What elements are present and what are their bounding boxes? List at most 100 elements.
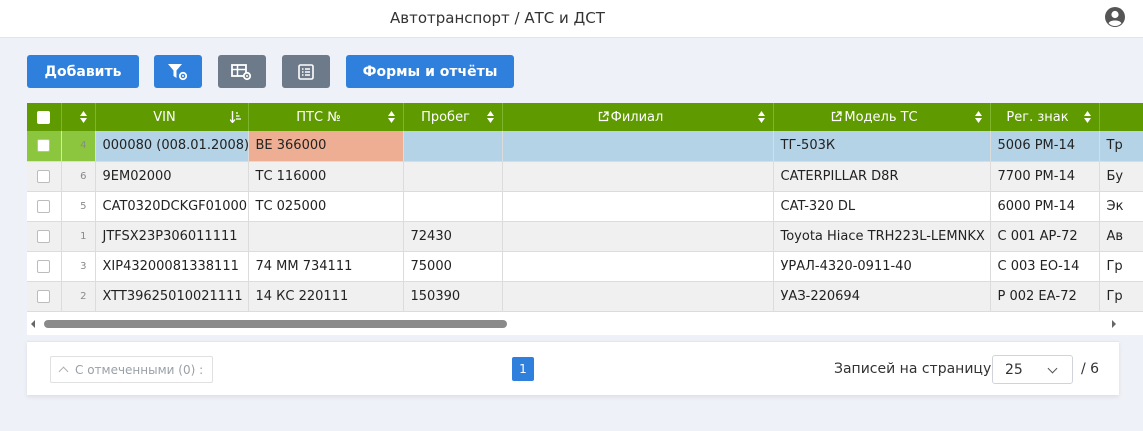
cell-reg[interactable]: 5006 РМ-14 xyxy=(990,131,1100,162)
table-row[interactable]: 2 XTT39625010021111 14 КС 220111 150390 … xyxy=(27,281,1143,312)
cell-vin[interactable]: 000080 (008.01.2008) xyxy=(95,131,249,162)
row-number: 1 xyxy=(61,221,96,252)
cell-extra[interactable]: Эк xyxy=(1099,191,1143,222)
cell-reg[interactable]: 6000 РМ-14 xyxy=(990,191,1100,222)
column-header-mileage[interactable]: Пробег xyxy=(403,103,503,131)
table-row[interactable]: 4 000080 (008.01.2008) ВЕ 366000 ТГ-503К… xyxy=(27,131,1143,162)
row-number: 5 xyxy=(61,191,96,222)
column-label-pts: ПТС № xyxy=(296,109,341,125)
cell-mileage[interactable]: 150390 xyxy=(403,281,503,312)
cell-mileage[interactable]: 75000 xyxy=(403,251,503,282)
external-link-icon xyxy=(598,110,609,121)
cell-vin[interactable]: 9ЕМ02000 xyxy=(95,161,249,192)
cell-pts[interactable]: ТС 025000 xyxy=(248,191,404,222)
sort-icon xyxy=(974,111,982,123)
with-checked-button[interactable]: С отмеченными (0) : xyxy=(50,356,213,383)
cell-reg[interactable]: С 001 АР-72 xyxy=(990,221,1100,252)
scrollbar-thumb[interactable] xyxy=(44,320,507,328)
chevron-up-icon xyxy=(58,366,69,376)
forms-reports-button[interactable]: Формы и отчёты xyxy=(346,55,514,88)
cell-pts[interactable]: 74 ММ 734111 xyxy=(248,251,404,282)
cell-vin[interactable]: CAT0320DCKGF01000 xyxy=(95,191,249,222)
top-bar: Автотранспорт / АТС и ДСТ xyxy=(0,0,1143,38)
cell-mileage[interactable] xyxy=(403,191,503,222)
cell-reg[interactable]: 7700 РМ-14 xyxy=(990,161,1100,192)
page-button-current[interactable]: 1 xyxy=(512,357,534,381)
list-view-button[interactable] xyxy=(282,55,330,88)
cell-mileage[interactable]: 72430 xyxy=(403,221,503,252)
cell-model[interactable]: CATERPILLAR D8R xyxy=(773,161,991,192)
user-circle-icon[interactable] xyxy=(1104,6,1126,28)
cell-vin[interactable]: XIP43200081338111 xyxy=(95,251,249,282)
cell-reg[interactable]: Р 002 ЕА-72 xyxy=(990,281,1100,312)
table-settings-button[interactable] xyxy=(218,55,266,88)
row-checkbox[interactable] xyxy=(27,191,62,222)
cell-extra[interactable]: Гр xyxy=(1099,281,1143,312)
row-checkbox[interactable] xyxy=(27,131,62,162)
cell-branch[interactable] xyxy=(502,191,774,222)
cell-vin[interactable]: JTFSX23P306011111 xyxy=(95,221,249,252)
cell-pts[interactable]: ВЕ 366000 xyxy=(248,131,404,162)
external-link-icon xyxy=(832,110,843,121)
cell-model[interactable]: УРАЛ-4320-0911-40 xyxy=(773,251,991,282)
cell-branch[interactable] xyxy=(502,251,774,282)
page-title: Автотранспорт / АТС и ДСТ xyxy=(390,9,605,27)
cell-extra[interactable]: Ав xyxy=(1099,221,1143,252)
column-header-pts[interactable]: ПТС № xyxy=(248,103,404,131)
column-label-mileage: Пробег xyxy=(421,109,470,125)
row-checkbox[interactable] xyxy=(27,221,62,252)
column-label-model: Модель ТС xyxy=(844,109,918,125)
column-header-extra[interactable] xyxy=(1099,103,1143,131)
cell-model[interactable]: Toyota Hiace TRH223L-LEMNKX xyxy=(773,221,991,252)
table-settings-icon xyxy=(231,63,252,80)
cell-vin[interactable]: XTT39625010021111 xyxy=(95,281,249,312)
cell-pts[interactable] xyxy=(248,221,404,252)
cell-model[interactable]: CAT-320 DL xyxy=(773,191,991,222)
filter-settings-icon xyxy=(168,63,188,80)
cell-branch[interactable] xyxy=(502,281,774,312)
row-checkbox[interactable] xyxy=(27,251,62,282)
filter-button[interactable] xyxy=(154,55,202,88)
column-header-branch[interactable]: Филиал xyxy=(502,103,774,131)
list-icon xyxy=(298,63,314,80)
cell-pts[interactable]: ТС 116000 xyxy=(248,161,404,192)
row-number-header[interactable] xyxy=(61,103,96,131)
per-page-select[interactable]: 25 xyxy=(992,355,1073,384)
add-button[interactable]: Добавить xyxy=(27,55,139,88)
sort-icon xyxy=(79,111,87,123)
column-header-vin[interactable]: VIN xyxy=(95,103,249,131)
cell-model[interactable]: ТГ-503К xyxy=(773,131,991,162)
table-row[interactable]: 1 JTFSX23P306011111 72430 Toyota Hiace T… xyxy=(27,221,1143,252)
sort-icon xyxy=(757,111,765,123)
cell-branch[interactable] xyxy=(502,131,774,162)
chevron-down-icon xyxy=(1047,363,1058,374)
cell-pts[interactable]: 14 КС 220111 xyxy=(248,281,404,312)
cell-branch[interactable] xyxy=(502,221,774,252)
cell-extra[interactable]: Тр xyxy=(1099,131,1143,162)
cell-mileage[interactable] xyxy=(403,161,503,192)
sort-icon xyxy=(387,111,395,123)
select-all-checkbox[interactable] xyxy=(27,103,62,131)
total-pages: / 6 xyxy=(1081,361,1100,377)
table-row[interactable]: 6 9ЕМ02000 ТС 116000 CATERPILLAR D8R 770… xyxy=(27,161,1143,192)
table-header-row: VIN ПТС № Пробег Филиал Модель ТС Рег. з… xyxy=(27,103,1143,131)
horizontal-scrollbar[interactable] xyxy=(27,316,1119,332)
cell-branch[interactable] xyxy=(502,161,774,192)
row-number: 2 xyxy=(61,281,96,312)
sort-ascending-icon xyxy=(229,111,241,123)
cell-extra[interactable]: Гр xyxy=(1099,251,1143,282)
cell-mileage[interactable] xyxy=(403,131,503,162)
per-page-value: 25 xyxy=(1005,361,1023,378)
scroll-left-arrow-icon[interactable] xyxy=(31,320,35,328)
table-row[interactable]: 3 XIP43200081338111 74 ММ 734111 75000 У… xyxy=(27,251,1143,282)
cell-reg[interactable]: С 003 ЕО-14 xyxy=(990,251,1100,282)
column-header-reg[interactable]: Рег. знак xyxy=(990,103,1100,131)
row-checkbox[interactable] xyxy=(27,281,62,312)
scroll-right-arrow-icon[interactable] xyxy=(1112,320,1116,328)
cell-extra[interactable]: Бу xyxy=(1099,161,1143,192)
table-row[interactable]: 5 CAT0320DCKGF01000 ТС 025000 CAT-320 DL… xyxy=(27,191,1143,222)
cell-model[interactable]: УАЗ-220694 xyxy=(773,281,991,312)
row-number: 4 xyxy=(61,131,96,162)
column-header-model[interactable]: Модель ТС xyxy=(773,103,991,131)
row-checkbox[interactable] xyxy=(27,161,62,192)
